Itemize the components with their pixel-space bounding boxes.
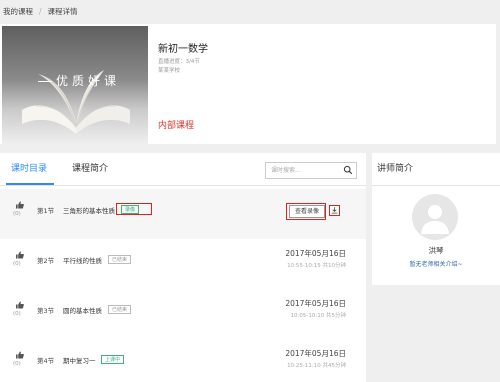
lesson-row-3[interactable]: (0) 第3节 圆的基本性质 已结束 2017年05月16日 10:05-10:… <box>0 289 366 339</box>
lesson-date: 2017年05月16日 <box>285 349 346 358</box>
search-icon[interactable] <box>343 165 353 175</box>
lesson-section-number: 第2节 <box>37 257 55 265</box>
lesson-title[interactable]: 三角形的基本性质 <box>63 205 115 215</box>
tab-bar: 课时目录 课程简介 <box>0 153 366 186</box>
lesson-date: 2017年05月16日 <box>285 249 346 258</box>
like-count: (0) <box>13 211 21 217</box>
like-count: (0) <box>13 311 21 317</box>
lesson-row-1[interactable]: (0) 第1节 三角形的基本性质 录像 查看录像 <box>0 189 366 239</box>
lesson-time-range: 10:25-11:10 共45分钟 <box>287 363 346 369</box>
cover-rule <box>38 81 52 82</box>
lesson-section-number: 第4节 <box>37 357 55 365</box>
active-tab-indicator <box>6 183 54 185</box>
lesson-search-input[interactable] <box>266 163 342 178</box>
cover-slogan-text: 优质好课 <box>56 74 121 88</box>
lesson-title[interactable]: 平行线的性质 <box>63 255 102 265</box>
like-count: (0) <box>13 261 21 267</box>
lesson-status-badge: 录像 <box>121 205 140 214</box>
thumbs-up-icon[interactable] <box>16 301 24 309</box>
lesson-section-number: 第1节 <box>37 207 55 215</box>
thumbs-up-icon[interactable] <box>16 201 24 209</box>
lesson-search-box <box>265 162 357 179</box>
lesson-title[interactable]: 期中复习一 <box>63 355 96 365</box>
course-cover-image: 优质好课 <box>2 26 148 144</box>
avatar <box>412 194 458 240</box>
course-header-card: 优质好课 新初一数学 直播进度：3/4节 某某学校 内部课程 <box>0 24 496 144</box>
breadcrumb: 我的课程 / 课程详情 <box>0 0 500 22</box>
view-recording-button[interactable]: 查看录像 <box>289 205 326 218</box>
teacher-panel-heading: 讲师简介 <box>372 153 500 186</box>
lesson-status-badge: 已结束 <box>108 255 132 264</box>
course-title: 新初一数学 <box>158 44 208 55</box>
lesson-row-4[interactable]: (0) 第4节 期中复习一 上课中 2017年05月16日 10:25-11:1… <box>0 339 366 382</box>
tab-lesson-catalog[interactable]: 课时目录 <box>11 161 47 174</box>
tab-course-intro[interactable]: 课程简介 <box>72 161 108 174</box>
course-school: 某某学校 <box>158 68 181 74</box>
lesson-title[interactable]: 圆的基本性质 <box>63 305 102 315</box>
breadcrumb-my-courses[interactable]: 我的课程 <box>3 6 33 17</box>
course-progress: 直播进度：3/4节 <box>158 59 200 65</box>
breadcrumb-course-detail: 课程详情 <box>47 6 78 16</box>
thumbs-up-icon[interactable] <box>16 251 24 259</box>
cover-slogan: 优质好课 <box>38 72 120 89</box>
lesson-section-number: 第3节 <box>37 307 55 315</box>
lesson-time-range: 10:05-10:10 共5分钟 <box>290 313 346 319</box>
lesson-date: 2017年05月16日 <box>285 299 346 308</box>
user-avatar-icon <box>421 205 449 234</box>
lesson-status-badge: 上课中 <box>101 355 125 364</box>
breadcrumb-separator: / <box>39 6 42 16</box>
lesson-panel: 课时目录 课程简介 (0) 第1节 三角形的基本性质 录像 查看录像 (0) 第… <box>0 153 366 382</box>
course-type-tag: 内部课程 <box>158 121 195 131</box>
lesson-status-badge: 已结束 <box>108 305 132 314</box>
like-count: (0) <box>13 361 21 367</box>
download-icon[interactable] <box>329 205 340 216</box>
teacher-panel: 讲师简介 洪琴 暂无老师相关介绍~ <box>372 153 500 285</box>
teacher-name: 洪琴 <box>428 246 444 255</box>
teacher-intro-link[interactable]: 暂无老师相关介绍~ <box>372 259 500 268</box>
lesson-time-range: 10:55-10:15 共10分钟 <box>287 263 346 269</box>
lesson-row-2[interactable]: (0) 第2节 平行线的性质 已结束 2017年05月16日 10:55-10:… <box>0 239 366 289</box>
thumbs-up-icon[interactable] <box>16 351 24 359</box>
